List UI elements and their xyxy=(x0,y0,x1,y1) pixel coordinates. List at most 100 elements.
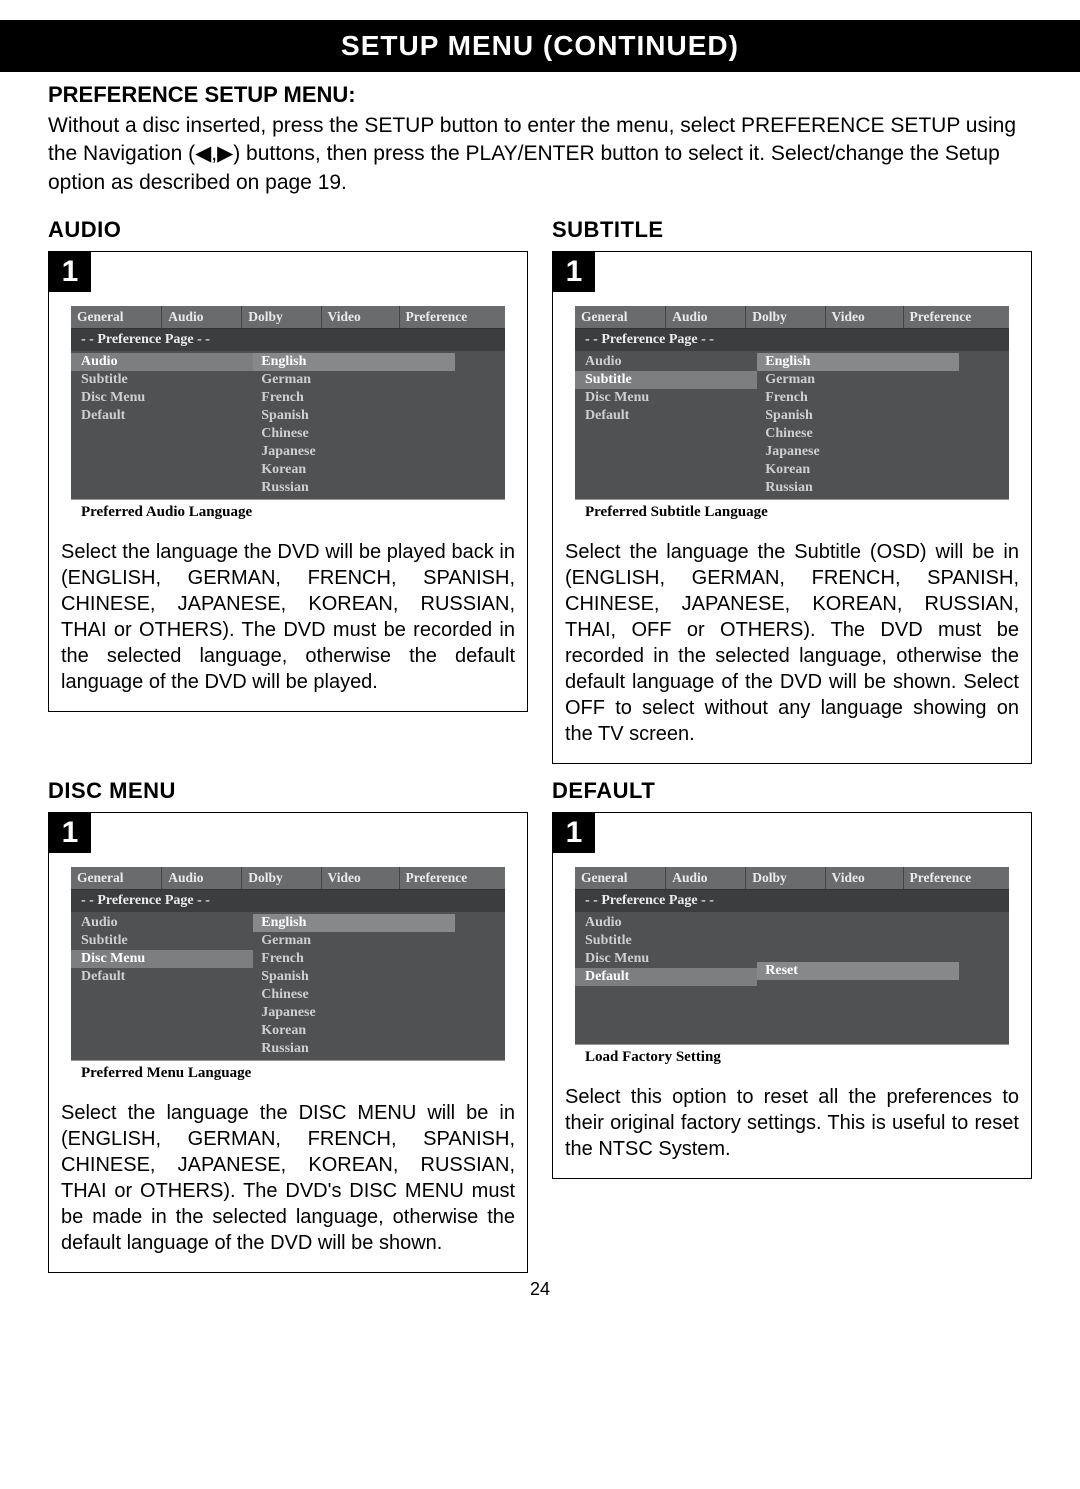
osd-item-discmenu[interactable]: Disc Menu xyxy=(575,389,757,407)
osd-opt-english[interactable]: English xyxy=(757,353,959,371)
section-heading-subtitle: SUBTITLE xyxy=(552,217,1032,243)
osd-screen-audio: General Audio Dolby Video Preference - -… xyxy=(71,306,505,525)
section-heading-audio: AUDIO xyxy=(48,217,528,243)
osd-item-audio[interactable]: Audio xyxy=(575,914,757,932)
osd-footer: Preferred Menu Language xyxy=(71,1060,505,1086)
osd-opt-reset[interactable]: Reset xyxy=(757,962,959,980)
osd-subhead: - - Preference Page - - xyxy=(575,329,1009,351)
osd-tab-dolby[interactable]: Dolby xyxy=(746,306,825,328)
osd-opt-german[interactable]: German xyxy=(253,932,505,950)
osd-tab-preference[interactable]: Preference xyxy=(904,867,1009,889)
osd-tab-audio[interactable]: Audio xyxy=(666,867,746,889)
osd-opt-japanese[interactable]: Japanese xyxy=(757,443,1009,461)
osd-opt-english[interactable]: English xyxy=(253,353,455,371)
intro-text: Without a disc inserted, press the SETUP… xyxy=(48,112,1032,197)
osd-opt-chinese[interactable]: Chinese xyxy=(757,425,1009,443)
osd-item-audio[interactable]: Audio xyxy=(575,353,757,371)
osd-subhead: - - Preference Page - - xyxy=(71,329,505,351)
osd-opt-korean[interactable]: Korean xyxy=(253,461,505,479)
osd-item-subtitle[interactable]: Subtitle xyxy=(575,932,757,950)
osd-left-list: Audio Subtitle Disc Menu Default xyxy=(575,351,757,499)
osd-left-list: Audio Subtitle Disc Menu Default xyxy=(71,351,253,499)
panel-subtitle: 1 General Audio Dolby Video Preference -… xyxy=(552,251,1032,764)
osd-tab-preference[interactable]: Preference xyxy=(400,867,505,889)
osd-left-list: Audio Subtitle Disc Menu Default xyxy=(575,912,757,1044)
osd-opt-english[interactable]: English xyxy=(253,914,455,932)
step-badge: 1 xyxy=(553,252,595,292)
osd-right-list: English German French Spanish Chinese Ja… xyxy=(253,351,505,499)
osd-tab-general[interactable]: General xyxy=(575,867,666,889)
page-title: SETUP MENU (CONTINUED) xyxy=(0,20,1080,72)
osd-item-default[interactable]: Default xyxy=(575,407,757,425)
page-number: 24 xyxy=(0,1273,1080,1324)
section-audio: AUDIO 1 General Audio Dolby Video Prefer… xyxy=(48,217,528,764)
osd-opt-russian[interactable]: Russian xyxy=(253,479,505,497)
osd-item-subtitle[interactable]: Subtitle xyxy=(71,932,253,950)
section-discmenu: DISC MENU 1 General Audio Dolby Video Pr… xyxy=(48,778,528,1273)
osd-screen-discmenu: General Audio Dolby Video Preference - -… xyxy=(71,867,505,1086)
osd-item-audio[interactable]: Audio xyxy=(71,914,253,932)
section-heading-default: DEFAULT xyxy=(552,778,1032,804)
osd-tab-dolby[interactable]: Dolby xyxy=(242,306,321,328)
osd-subhead: - - Preference Page - - xyxy=(71,890,505,912)
step-badge: 1 xyxy=(49,813,91,853)
osd-right-list: English German French Spanish Chinese Ja… xyxy=(253,912,505,1060)
intro-heading: PREFERENCE SETUP MENU: xyxy=(48,82,1032,108)
step-badge: 1 xyxy=(49,252,91,292)
osd-item-audio[interactable]: Audio xyxy=(71,353,253,371)
desc-audio: Select the language the DVD will be play… xyxy=(49,531,527,701)
osd-left-list: Audio Subtitle Disc Menu Default xyxy=(71,912,253,1060)
osd-tab-video[interactable]: Video xyxy=(826,306,904,328)
osd-opt-korean[interactable]: Korean xyxy=(253,1022,505,1040)
osd-screen-default: General Audio Dolby Video Preference - -… xyxy=(575,867,1009,1070)
osd-opt-french[interactable]: French xyxy=(253,389,505,407)
osd-opt-spanish[interactable]: Spanish xyxy=(757,407,1009,425)
osd-tab-general[interactable]: General xyxy=(71,306,162,328)
osd-opt-japanese[interactable]: Japanese xyxy=(253,1004,505,1022)
osd-tab-video[interactable]: Video xyxy=(322,306,400,328)
osd-opt-chinese[interactable]: Chinese xyxy=(253,425,505,443)
osd-opt-chinese[interactable]: Chinese xyxy=(253,986,505,1004)
desc-default: Select this option to reset all the pref… xyxy=(553,1076,1031,1168)
osd-tab-preference[interactable]: Preference xyxy=(400,306,505,328)
osd-opt-german[interactable]: German xyxy=(253,371,505,389)
osd-item-subtitle[interactable]: Subtitle xyxy=(71,371,253,389)
osd-tab-audio[interactable]: Audio xyxy=(162,867,242,889)
osd-tab-video[interactable]: Video xyxy=(826,867,904,889)
osd-opt-russian[interactable]: Russian xyxy=(757,479,1009,497)
section-subtitle: SUBTITLE 1 General Audio Dolby Video Pre… xyxy=(552,217,1032,764)
osd-item-default[interactable]: Default xyxy=(71,968,253,986)
osd-item-discmenu[interactable]: Disc Menu xyxy=(575,950,757,968)
osd-tabs: General Audio Dolby Video Preference xyxy=(71,867,505,890)
osd-tab-video[interactable]: Video xyxy=(322,867,400,889)
section-default: DEFAULT 1 General Audio Dolby Video Pref… xyxy=(552,778,1032,1273)
osd-item-default[interactable]: Default xyxy=(575,968,757,986)
osd-opt-russian[interactable]: Russian xyxy=(253,1040,505,1058)
osd-right-list: Reset xyxy=(757,912,1009,1044)
step-badge: 1 xyxy=(553,813,595,853)
osd-opt-spanish[interactable]: Spanish xyxy=(253,968,505,986)
osd-tab-dolby[interactable]: Dolby xyxy=(242,867,321,889)
osd-opt-japanese[interactable]: Japanese xyxy=(253,443,505,461)
osd-tab-dolby[interactable]: Dolby xyxy=(746,867,825,889)
osd-opt-french[interactable]: French xyxy=(253,950,505,968)
osd-item-discmenu[interactable]: Disc Menu xyxy=(71,950,253,968)
osd-footer: Preferred Subtitle Language xyxy=(575,499,1009,525)
panel-default: 1 General Audio Dolby Video Preference -… xyxy=(552,812,1032,1179)
osd-tab-general[interactable]: General xyxy=(575,306,666,328)
osd-item-subtitle[interactable]: Subtitle xyxy=(575,371,757,389)
osd-opt-korean[interactable]: Korean xyxy=(757,461,1009,479)
panel-discmenu: 1 General Audio Dolby Video Preference -… xyxy=(48,812,528,1273)
osd-opt-french[interactable]: French xyxy=(757,389,1009,407)
osd-tab-audio[interactable]: Audio xyxy=(666,306,746,328)
osd-item-default[interactable]: Default xyxy=(71,407,253,425)
osd-right-list: English German French Spanish Chinese Ja… xyxy=(757,351,1009,499)
osd-tab-general[interactable]: General xyxy=(71,867,162,889)
section-heading-discmenu: DISC MENU xyxy=(48,778,528,804)
osd-opt-german[interactable]: German xyxy=(757,371,1009,389)
osd-tab-preference[interactable]: Preference xyxy=(904,306,1009,328)
intro-block: PREFERENCE SETUP MENU: Without a disc in… xyxy=(0,82,1080,207)
osd-tab-audio[interactable]: Audio xyxy=(162,306,242,328)
osd-item-discmenu[interactable]: Disc Menu xyxy=(71,389,253,407)
osd-opt-spanish[interactable]: Spanish xyxy=(253,407,505,425)
